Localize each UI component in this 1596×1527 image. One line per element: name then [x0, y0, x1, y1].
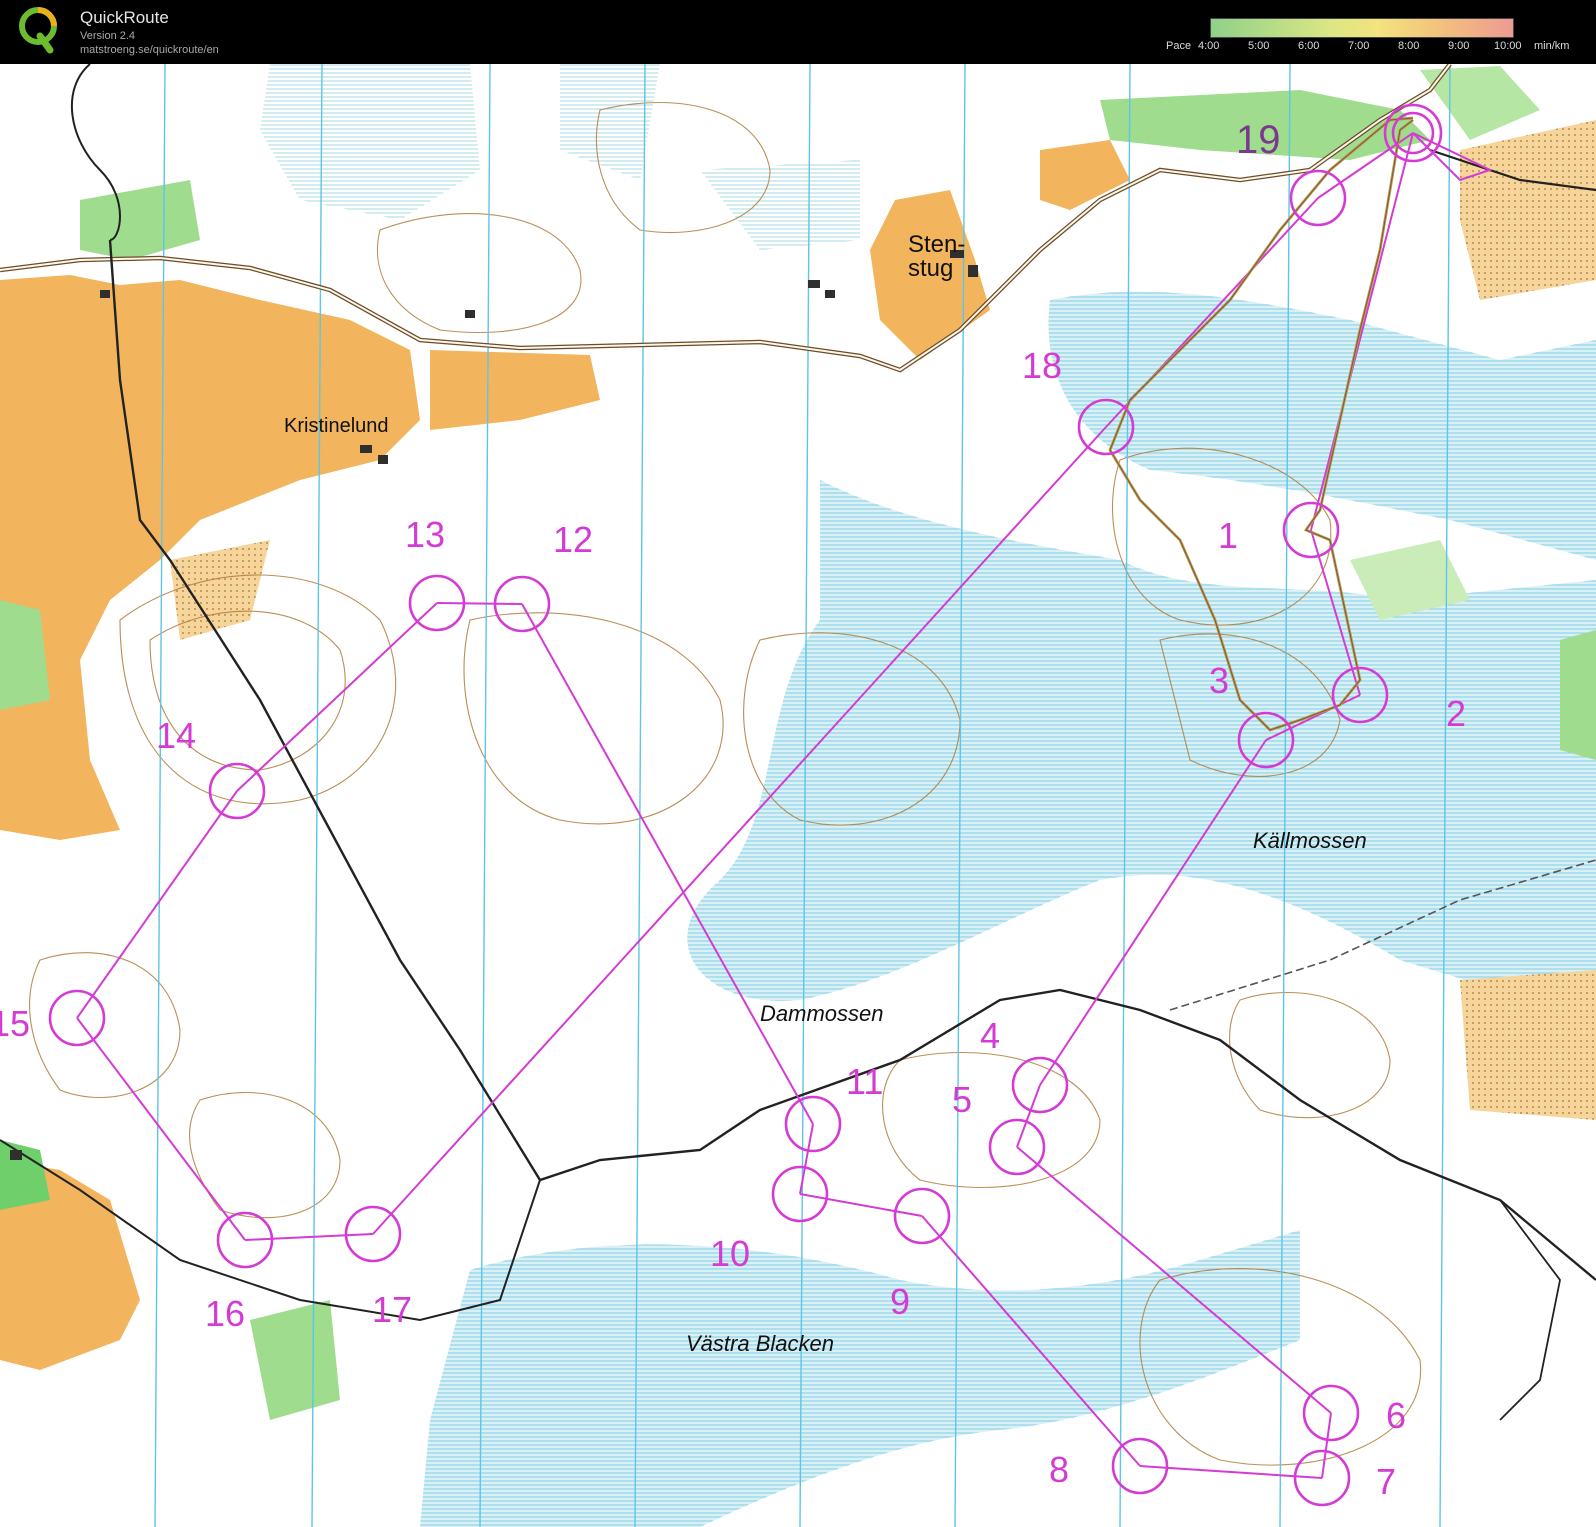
- pace-tick: 6:00: [1298, 40, 1320, 52]
- control-number: 2: [1446, 693, 1466, 734]
- app-version: Version 2.4: [80, 30, 136, 42]
- place-name-kallmossen: Källmossen: [1253, 828, 1367, 853]
- pace-tick: 9:00: [1448, 40, 1470, 52]
- control-number: 4: [980, 1015, 1000, 1056]
- control-number: 3: [1209, 660, 1229, 701]
- pace-unit: min/km: [1534, 40, 1570, 52]
- control-number: 12: [553, 519, 593, 560]
- pace-tick: 4:00: [1198, 40, 1220, 52]
- place-name-stenstug-line2: stug: [908, 255, 953, 282]
- pace-tick: 10:00: [1494, 40, 1522, 52]
- control-number: 15: [0, 1003, 30, 1044]
- control-number: 13: [405, 514, 445, 555]
- app-title: QuickRoute: [80, 8, 169, 27]
- control-number: 19: [1236, 118, 1281, 162]
- control-number: 10: [710, 1233, 750, 1274]
- control-number: 5: [952, 1079, 972, 1120]
- pace-tick: 5:00: [1248, 40, 1270, 52]
- place-name-vastra-blacken: Västra Blacken: [686, 1331, 834, 1356]
- pace-tick: 8:00: [1398, 40, 1420, 52]
- place-name-dammossen: Dammossen: [760, 1001, 883, 1026]
- place-name-kristinelund: Kristinelund: [284, 415, 389, 437]
- control-number: 11: [846, 1061, 883, 1102]
- app-url: matstroeng.se/quickroute/en: [80, 44, 219, 56]
- title-bar: QuickRoute Version 2.4 matstroeng.se/qui…: [0, 0, 1596, 64]
- control-number: 7: [1376, 1461, 1396, 1502]
- control-number: 8: [1049, 1449, 1069, 1490]
- map-canvas[interactable]: 1 2 3 4 5 6 7 8 9 10 11 12 13 14 15 16 1…: [0, 64, 1596, 1527]
- orienteering-map[interactable]: 1 2 3 4 5 6 7 8 9 10 11 12 13 14 15 16 1…: [0, 64, 1596, 1527]
- control-number: 17: [372, 1289, 412, 1330]
- place-name-stenstug-line1: Sten-: [908, 231, 965, 258]
- quickroute-logo-icon: [19, 7, 57, 54]
- control-number: 16: [205, 1293, 245, 1334]
- control-number: 6: [1386, 1395, 1406, 1436]
- control-number: 1: [1218, 515, 1238, 556]
- pace-tick: 7:00: [1348, 40, 1370, 52]
- pace-color-scale: [1210, 18, 1514, 38]
- control-number: 9: [890, 1281, 910, 1322]
- pace-label: Pace: [1166, 40, 1192, 52]
- control-number: 18: [1022, 345, 1062, 386]
- control-number: 14: [156, 715, 196, 756]
